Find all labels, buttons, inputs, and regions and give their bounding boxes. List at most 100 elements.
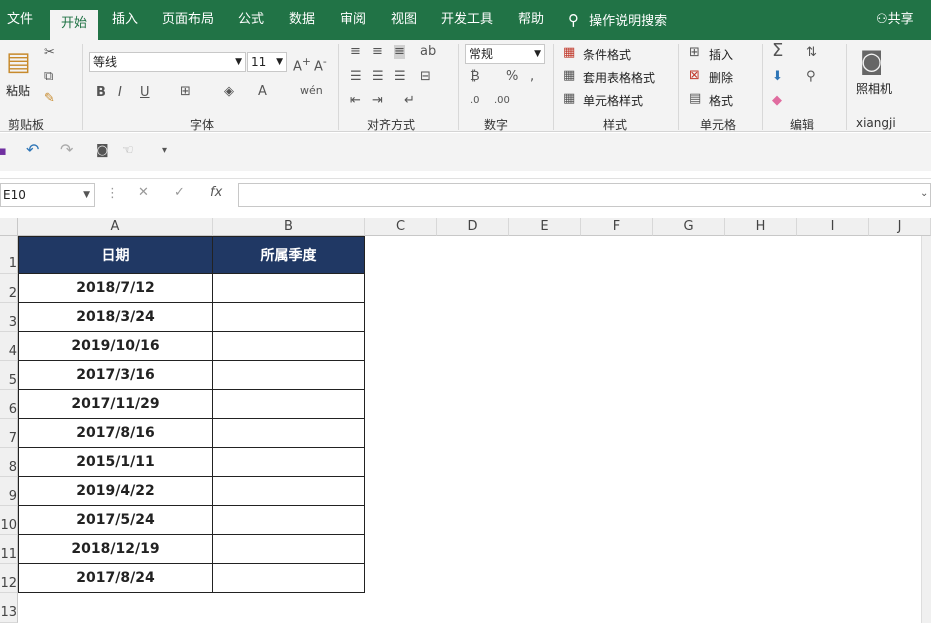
autosum-icon[interactable]: Σ — [772, 42, 783, 60]
date-cell[interactable]: 2017/11/29 — [18, 390, 213, 419]
customize-qat-icon[interactable]: ▾ — [162, 144, 167, 158]
date-cell[interactable]: 2017/5/24 — [18, 506, 213, 535]
table-header-quarter[interactable]: 所属季度 — [213, 236, 365, 274]
row-header[interactable]: 8 — [0, 448, 18, 477]
date-cell[interactable]: 2017/3/16 — [18, 361, 213, 390]
copy-icon[interactable]: ⧉ — [44, 70, 53, 84]
row-header[interactable]: 2 — [0, 274, 18, 303]
quarter-cell[interactable] — [213, 419, 365, 448]
border-icon[interactable]: ⊞ — [180, 85, 191, 99]
increase-decimal-icon[interactable]: .0 — [470, 94, 480, 108]
decrease-decimal-icon[interactable]: .00 — [494, 94, 510, 108]
tab-data[interactable]: 数据 — [281, 0, 323, 40]
font-size-select[interactable]: 11 ▼ — [247, 52, 287, 72]
sort-filter-icon[interactable]: ⇅ — [806, 46, 817, 60]
align-middle-icon[interactable]: ≡ — [372, 45, 383, 59]
tab-view[interactable]: 视图 — [383, 0, 425, 40]
decrease-font-icon[interactable]: A- — [314, 55, 327, 74]
row-header[interactable]: 7 — [0, 419, 18, 448]
tell-me-search[interactable]: ⚲ 操作说明搜索 — [568, 0, 667, 40]
save-icon[interactable]: ▪ — [0, 145, 7, 159]
cut-icon[interactable]: ✂ — [44, 46, 55, 60]
row-header[interactable]: 11 — [0, 535, 18, 564]
tab-formulas[interactable]: 公式 — [230, 0, 272, 40]
date-cell[interactable]: 2018/3/24 — [18, 303, 213, 332]
align-top-icon[interactable]: ≡ — [350, 45, 361, 59]
undo-icon[interactable]: ↶ — [26, 142, 39, 158]
row-header[interactable]: 1 — [0, 236, 18, 274]
align-bottom-icon[interactable]: ≡ — [394, 45, 405, 59]
merge-center-icon[interactable]: ⊟ — [420, 70, 431, 84]
column-header[interactable]: I — [797, 218, 869, 236]
camera-button[interactable]: 照相机 — [856, 80, 892, 97]
font-name-select[interactable]: 等线 ▼ — [89, 52, 246, 72]
quarter-cell[interactable] — [213, 564, 365, 593]
date-cell[interactable]: 2018/7/12 — [18, 274, 213, 303]
quarter-cell[interactable] — [213, 535, 365, 564]
format-cells-button[interactable]: 格式 — [709, 92, 733, 109]
select-all-corner[interactable] — [0, 218, 18, 236]
row-header[interactable]: 12 — [0, 564, 18, 593]
quarter-cell[interactable] — [213, 361, 365, 390]
share-button[interactable]: ⚇共享 — [876, 0, 914, 40]
quarter-cell[interactable] — [213, 448, 365, 477]
orientation-icon[interactable]: ab — [420, 45, 436, 59]
fill-color-icon[interactable]: ◈ — [224, 85, 234, 99]
name-box[interactable]: E10 ▼ — [0, 183, 95, 207]
find-select-icon[interactable]: ⚲ — [806, 70, 816, 84]
quarter-cell[interactable] — [213, 274, 365, 303]
tab-file[interactable]: 文件 — [0, 0, 40, 40]
camera-icon[interactable]: ◙ — [860, 48, 883, 74]
row-header[interactable]: 10 — [0, 506, 18, 535]
clear-icon[interactable]: ◆ — [772, 94, 782, 108]
vertical-scrollbar[interactable] — [921, 236, 931, 623]
paste-icon[interactable]: ▤ — [6, 48, 31, 76]
align-right-icon[interactable]: ☰ — [394, 70, 406, 84]
date-cell[interactable]: 2019/4/22 — [18, 477, 213, 506]
quarter-cell[interactable] — [213, 332, 365, 361]
confirm-entry-icon[interactable]: ✓ — [174, 186, 185, 200]
phonetic-icon[interactable]: wén — [300, 84, 323, 98]
column-header[interactable]: E — [509, 218, 581, 236]
decrease-indent-icon[interactable]: ⇤ — [350, 94, 361, 108]
fill-icon[interactable]: ⬇ — [772, 70, 783, 84]
row-header[interactable]: 4 — [0, 332, 18, 361]
date-cell[interactable]: 2015/1/11 — [18, 448, 213, 477]
column-header[interactable]: G — [653, 218, 725, 236]
tab-page-layout[interactable]: 页面布局 — [158, 0, 218, 40]
column-header[interactable]: F — [581, 218, 653, 236]
cancel-entry-icon[interactable]: ✕ — [138, 186, 149, 200]
tab-insert[interactable]: 插入 — [104, 0, 146, 40]
comma-icon[interactable]: , — [530, 70, 534, 84]
date-cell[interactable]: 2019/10/16 — [18, 332, 213, 361]
column-header[interactable]: B — [213, 218, 365, 236]
insert-cells-button[interactable]: 插入 — [709, 46, 733, 63]
formula-input[interactable] — [238, 183, 931, 207]
date-cell[interactable]: 2018/12/19 — [18, 535, 213, 564]
table-header-date[interactable]: 日期 — [18, 236, 213, 274]
camera-small-icon[interactable]: ◙ — [96, 144, 109, 158]
column-header[interactable]: J — [869, 218, 931, 236]
wrap-text-icon[interactable]: ↵ — [404, 94, 415, 108]
cell-styles-button[interactable]: 单元格样式 — [583, 92, 643, 109]
row-header[interactable]: 6 — [0, 390, 18, 419]
tab-developer[interactable]: 开发工具 — [436, 0, 498, 40]
date-cell[interactable]: 2017/8/16 — [18, 419, 213, 448]
row-header[interactable]: 3 — [0, 303, 18, 332]
format-painter-icon[interactable]: ✎ — [44, 92, 55, 106]
column-header[interactable]: C — [365, 218, 437, 236]
date-cell[interactable]: 2017/8/24 — [18, 564, 213, 593]
align-left-icon[interactable]: ☰ — [350, 70, 362, 84]
redo-icon[interactable]: ↷ — [60, 142, 73, 158]
expand-formula-bar-icon[interactable]: ⌄ — [920, 187, 928, 201]
tab-help[interactable]: 帮助 — [510, 0, 552, 40]
font-color-icon[interactable]: A — [258, 85, 267, 99]
quarter-cell[interactable] — [213, 477, 365, 506]
column-header[interactable]: A — [18, 218, 213, 236]
quarter-cell[interactable] — [213, 506, 365, 535]
column-header[interactable]: H — [725, 218, 797, 236]
tab-home[interactable]: 开始 — [50, 10, 98, 40]
insert-function-icon[interactable]: fx — [210, 186, 222, 200]
format-as-table-button[interactable]: 套用表格格式 — [583, 69, 655, 86]
conditional-format-button[interactable]: 条件格式 — [583, 46, 631, 63]
